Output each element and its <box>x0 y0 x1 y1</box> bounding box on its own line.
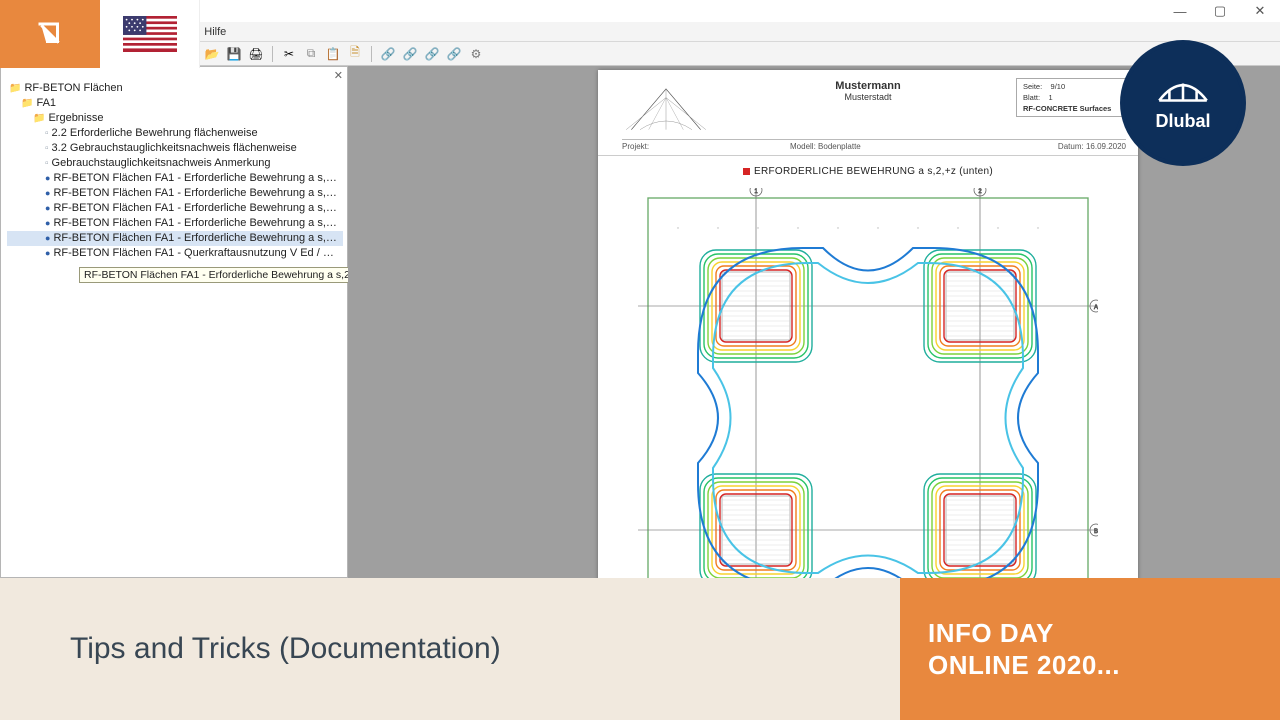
svg-text:1: 1 <box>754 189 758 195</box>
toolbar-link-button[interactable] <box>422 44 442 64</box>
toolbar-separator <box>272 46 273 62</box>
header-page-label: Seite: <box>1023 82 1042 91</box>
corner-badge <box>0 0 200 68</box>
tree-node[interactable]: RF-BETON Flächen FA1 - Erforderliche Bew… <box>7 171 343 186</box>
tree-node[interactable]: RF-BETON Flächen FA1 - Erforderliche Bew… <box>7 231 343 246</box>
header-right-box: Seite: 9/10 Blatt: 1 RF-CONCRETE Surface… <box>1016 78 1126 117</box>
toolbar-open-button[interactable] <box>202 44 222 64</box>
header-company: Mustermann <box>835 80 900 92</box>
toolbar-copy-button[interactable] <box>301 44 321 64</box>
window-maximize-button[interactable]: ▢ <box>1200 0 1240 22</box>
header-date-label: Datum: <box>1058 142 1084 151</box>
tree-node[interactable]: 2.2 Erforderliche Bewehrung flächenweise <box>7 126 343 141</box>
tree-node[interactable]: FA1 <box>7 96 343 111</box>
header-model-label: Modell: <box>790 142 816 151</box>
svg-text:2: 2 <box>978 189 982 195</box>
page-subtitle-text: ERFORDERLICHE BEWEHRUNG a s,2,+z (unten) <box>754 166 993 177</box>
header-sheet-label: Blatt: <box>1023 93 1040 102</box>
window-close-button[interactable]: ✕ <box>1240 0 1280 22</box>
window-minimize-button[interactable]: — <box>1160 0 1200 22</box>
banner-event-line1: INFO DAY <box>928 617 1280 650</box>
banner-event: INFO DAY ONLINE 2020... <box>900 578 1280 720</box>
toolbar-link-button[interactable] <box>378 44 398 64</box>
banner-title: Tips and Tricks (Documentation) <box>0 578 900 720</box>
us-flag-icon <box>100 0 200 68</box>
toolbar-separator <box>371 46 372 62</box>
header-sheet-value: 1 <box>1048 93 1052 102</box>
svg-text:A: A <box>1094 305 1098 311</box>
toolbar-link-button[interactable] <box>444 44 464 64</box>
banner-event-line2: ONLINE 2020... <box>928 649 1280 682</box>
header-page-value: 9/10 <box>1051 82 1066 91</box>
toolbar-doc-button[interactable] <box>345 44 365 64</box>
page-header: Mustermann Musterstadt Seite: 9/10 Blatt… <box>598 70 1138 156</box>
tree-node[interactable]: RF-BETON Flächen FA1 - Erforderliche Bew… <box>7 201 343 216</box>
panel-close-icon[interactable]: ✕ <box>334 69 343 82</box>
toolbar-save-button[interactable] <box>224 44 244 64</box>
company-logo-icon <box>622 82 710 134</box>
toolbar-paste-button[interactable] <box>323 44 343 64</box>
header-date-value: 16.09.2020 <box>1086 142 1126 151</box>
menu-item-help[interactable]: Hilfe <box>204 26 226 38</box>
result-tree[interactable]: RF-BETON FlächenFA1Ergebnisse2.2 Erforde… <box>1 67 347 265</box>
page-subtitle: ERFORDERLICHE BEWEHRUNG a s,2,+z (unten) <box>598 166 1138 177</box>
header-module-name: RF-CONCRETE Surfaces <box>1023 103 1119 114</box>
header-model-value: Bodenplatte <box>818 142 861 151</box>
video-banner: Tips and Tricks (Documentation) INFO DAY… <box>0 578 1280 720</box>
tree-node[interactable]: RF-BETON Flächen <box>7 81 343 96</box>
tree-node[interactable]: RF-BETON Flächen FA1 - Querkraftausnutzu… <box>7 246 343 261</box>
tree-node[interactable]: RF-BETON Flächen FA1 - Erforderliche Bew… <box>7 216 343 231</box>
toolbar-link-button[interactable] <box>400 44 420 64</box>
navigator-panel: ✕ RF-BETON FlächenFA1Ergebnisse2.2 Erfor… <box>0 66 348 578</box>
tree-node[interactable]: 3.2 Gebrauchstauglichkeitsnachweis fläch… <box>7 141 343 156</box>
download-arrow-icon <box>0 0 100 68</box>
toolbar-cut-button[interactable] <box>279 44 299 64</box>
dlubal-logo: Dlubal <box>1124 44 1242 162</box>
header-city: Musterstadt <box>835 92 900 102</box>
svg-text:B: B <box>1094 529 1098 535</box>
red-square-icon <box>743 168 750 175</box>
tree-node[interactable]: Gebrauchstauglichkeitsnachweis Anmerkung <box>7 156 343 171</box>
tree-node[interactable]: RF-BETON Flächen FA1 - Erforderliche Bew… <box>7 186 343 201</box>
toolbar-settings-button[interactable] <box>466 44 486 64</box>
header-project-label: Projekt: <box>622 142 790 151</box>
tree-node[interactable]: Ergebnisse <box>7 111 343 126</box>
toolbar-print-button[interactable] <box>246 44 266 64</box>
dlubal-logo-text: Dlubal <box>1155 111 1210 132</box>
